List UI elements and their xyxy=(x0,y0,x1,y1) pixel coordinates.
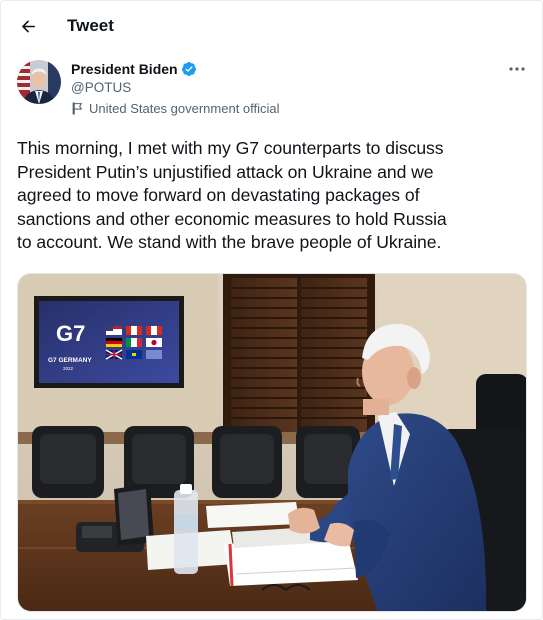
tweet-header: Tweet xyxy=(1,1,542,53)
screen-logo: G7 xyxy=(56,321,85,346)
screen-caption: G7 GERMANY xyxy=(48,357,92,364)
tweet-text: This morning, I met with my G7 counterpa… xyxy=(17,138,447,252)
author-name[interactable]: President Biden xyxy=(71,61,178,77)
tweet-page: Tweet President Biden @POTUS United Stat… xyxy=(0,0,543,620)
back-button[interactable] xyxy=(11,9,45,43)
affiliation-text: United States government official xyxy=(89,101,280,116)
flag-icon xyxy=(72,102,83,115)
author-handle[interactable]: @POTUS xyxy=(71,80,131,95)
avatar[interactable] xyxy=(17,60,61,104)
more-button[interactable] xyxy=(506,61,528,77)
more-horizontal-icon xyxy=(509,67,525,71)
tweet-photo[interactable]: G7 G7 GERMANY 2022 xyxy=(17,273,527,612)
verified-badge-icon xyxy=(181,62,196,76)
screen-year: 2022 xyxy=(63,366,74,371)
page-title: Tweet xyxy=(67,16,114,35)
arrow-left-icon xyxy=(21,19,35,33)
author-name-row[interactable]: President Biden xyxy=(71,61,197,77)
screen-flags xyxy=(105,326,162,360)
affiliation-label: United States government official xyxy=(71,101,280,116)
situation-room-photo: G7 G7 GERMANY 2022 xyxy=(18,274,526,611)
